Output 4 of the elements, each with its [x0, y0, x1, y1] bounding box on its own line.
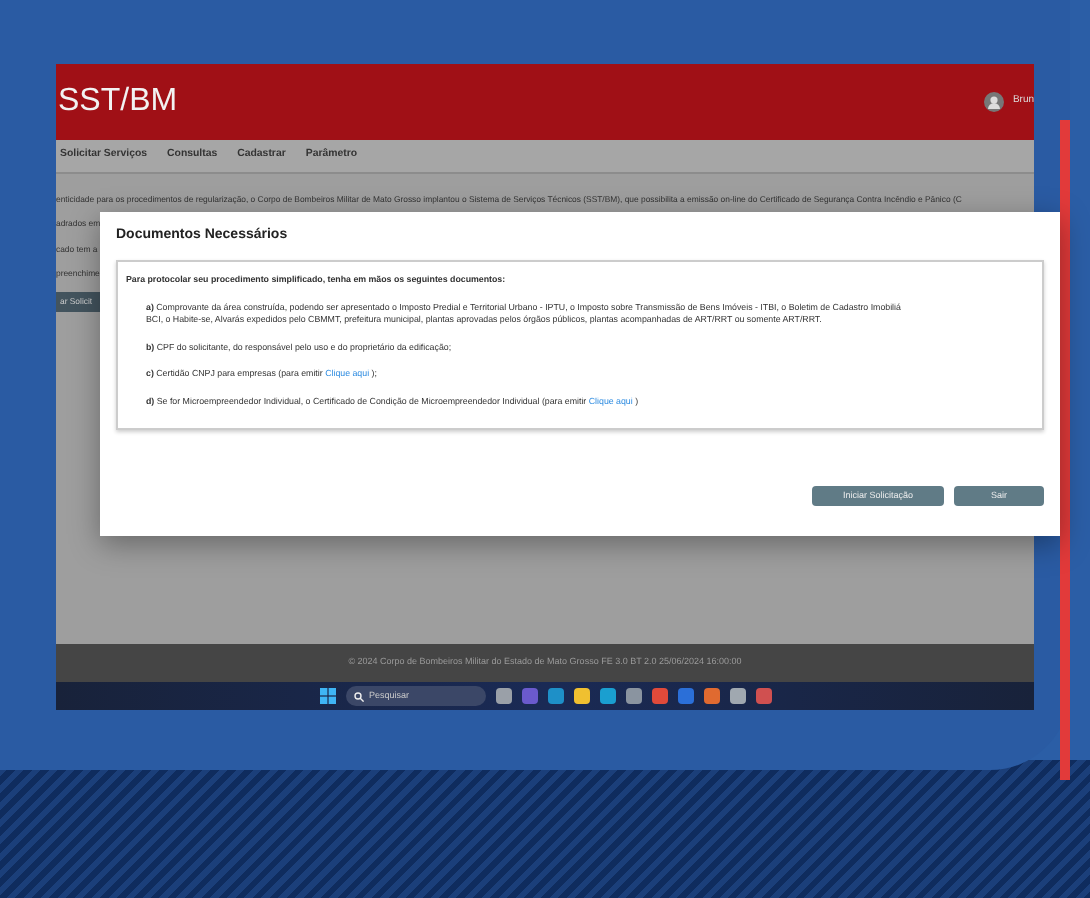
grid-icon[interactable] [319, 688, 335, 704]
app-title: SST/BM [58, 82, 178, 122]
search-icon [353, 691, 363, 701]
avatar-icon [984, 92, 1005, 112]
